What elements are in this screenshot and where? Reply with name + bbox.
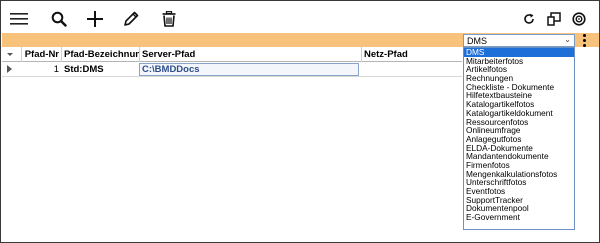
table-header: Pfad-Nr Pfad-Bezeichnung Server-Pfad Net…: [2, 47, 462, 62]
dms-category-select[interactable]: DMS ⌄: [463, 34, 575, 47]
table-row[interactable]: 1 Std:DMS C:\BMDDocs: [2, 62, 462, 77]
search-icon[interactable]: [48, 8, 70, 30]
dms-select-value: DMS: [467, 35, 487, 46]
chevron-down-icon: ⌄: [564, 35, 571, 44]
path-table: Pfad-Nr Pfad-Bezeichnung Server-Pfad Net…: [2, 47, 462, 77]
window-layout-icon[interactable]: [543, 8, 565, 30]
column-header-pfad-bezeichnung[interactable]: Pfad-Bezeichnung: [62, 47, 140, 62]
help-circle-icon[interactable]: [568, 8, 590, 30]
column-header-netz-pfad[interactable]: Netz-Pfad: [362, 47, 462, 62]
app-window: DMS ⌄ Pfad-Nr Pfad-Bezeichnung Server-Pf…: [0, 0, 600, 243]
trash-icon[interactable]: [158, 8, 180, 30]
toolbar: [2, 2, 599, 33]
cell-pfad-bezeichnung[interactable]: Std:DMS: [62, 62, 140, 77]
column-header-pfad-nr[interactable]: Pfad-Nr: [22, 47, 62, 62]
hamburger-menu-icon[interactable]: [8, 8, 30, 30]
cell-netz-pfad[interactable]: [362, 62, 462, 77]
dms-category-dropdown-list: DMS Mitarbeiterfotos Artikelfotos Rechnunge…: [463, 47, 575, 230]
pencil-icon[interactable]: [120, 8, 142, 30]
cell-server-pfad[interactable]: C:\BMDDocs: [139, 63, 359, 76]
column-header-server-pfad[interactable]: Server-Pfad: [140, 47, 362, 62]
plus-icon[interactable]: [84, 8, 106, 30]
refresh-icon[interactable]: [518, 8, 540, 30]
row-selector-header[interactable]: [2, 47, 22, 62]
cell-pfad-nr[interactable]: 1: [22, 62, 62, 77]
current-row-indicator-icon: [7, 65, 12, 73]
dropdown-option[interactable]: E-Government: [464, 213, 574, 222]
more-options-icon[interactable]: [579, 32, 589, 48]
